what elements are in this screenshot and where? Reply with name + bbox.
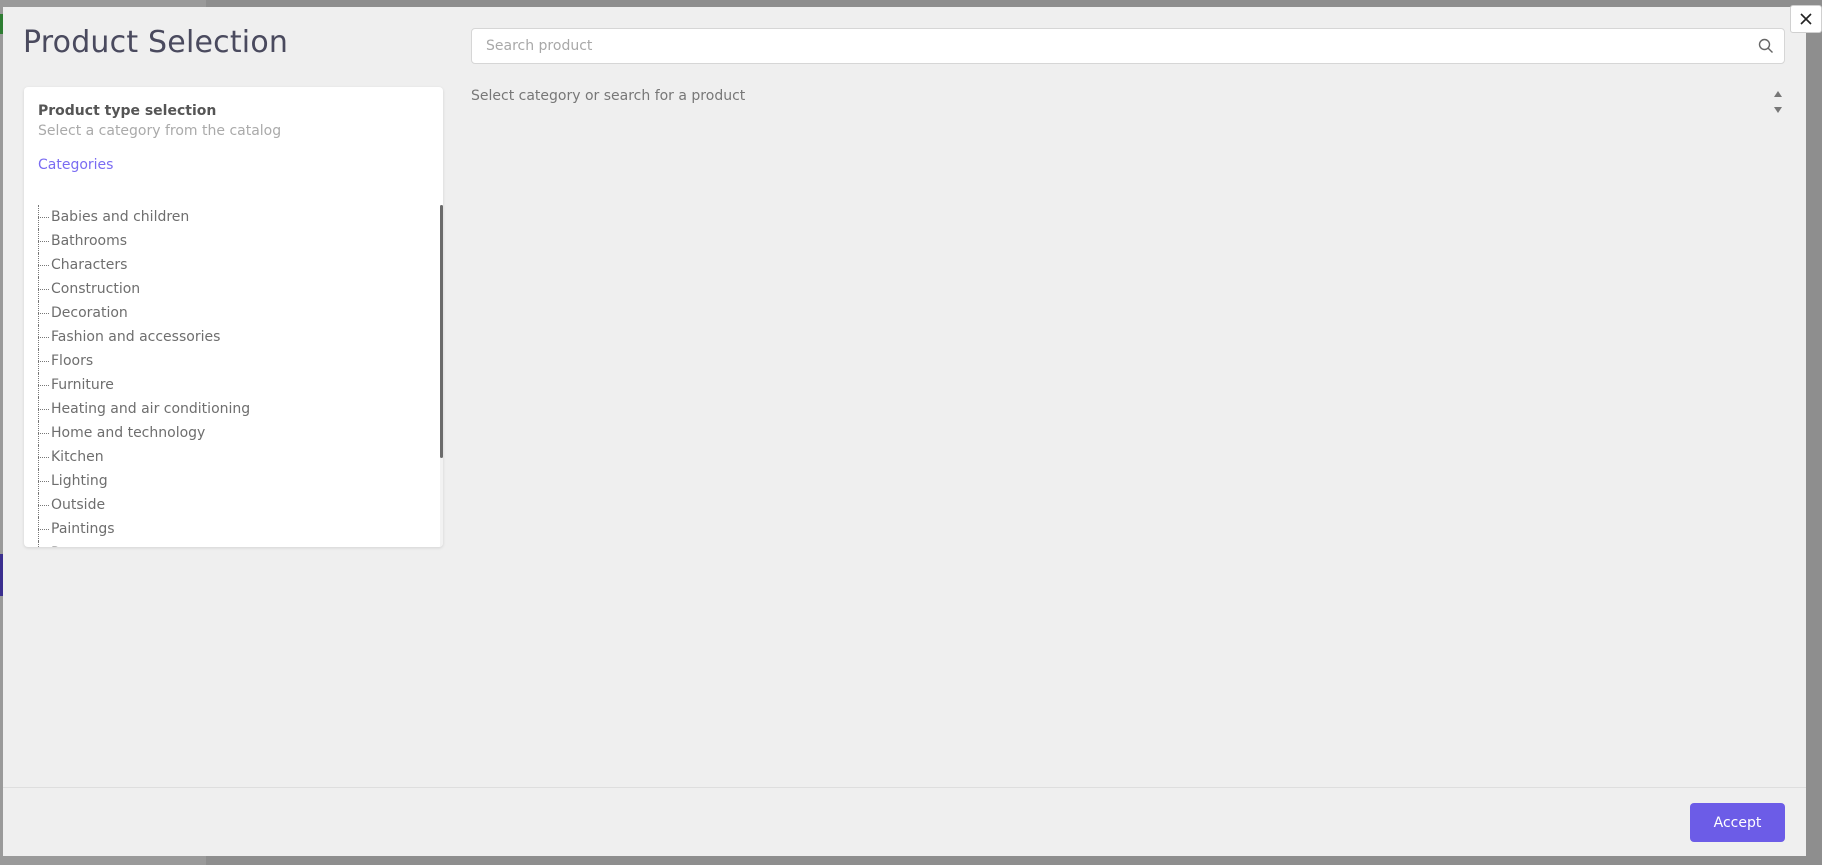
category-item[interactable]: Kitchen	[24, 445, 250, 469]
modal-title: Product Selection	[23, 25, 289, 60]
category-item[interactable]: Lighting	[24, 469, 250, 493]
category-item[interactable]: Heating and air conditioning	[24, 397, 250, 421]
results-empty-message: Select category or search for a product	[471, 88, 746, 104]
footer-divider	[3, 787, 1806, 788]
sort-down-icon	[1774, 107, 1782, 113]
category-item[interactable]: Decoration	[24, 301, 250, 325]
category-item[interactable]: Home and technology	[24, 421, 250, 445]
category-item[interactable]: Pets	[24, 541, 250, 547]
category-tree: Babies and children Bathrooms Characters Co…	[24, 205, 443, 547]
category-item[interactable]: Characters	[24, 253, 250, 277]
product-type-panel: Product type selection Select a category…	[24, 87, 443, 547]
category-item[interactable]: Floors	[24, 349, 250, 373]
category-item[interactable]: Outside	[24, 493, 250, 517]
panel-title: Product type selection	[38, 103, 217, 119]
panel-subtitle: Select a category from the catalog	[38, 123, 282, 139]
category-scrollbar[interactable]	[440, 205, 443, 547]
sort-up-icon	[1774, 91, 1782, 97]
search-box	[471, 28, 1785, 64]
category-item[interactable]: Bathrooms	[24, 229, 250, 253]
categories-link[interactable]: Categories	[38, 157, 113, 173]
category-item[interactable]: Furniture	[24, 373, 250, 397]
close-icon	[1800, 13, 1812, 25]
search-icon[interactable]	[1758, 38, 1774, 54]
accept-button[interactable]: Accept	[1690, 803, 1785, 842]
category-item[interactable]: Babies and children	[24, 205, 250, 229]
category-item[interactable]: Paintings	[24, 517, 250, 541]
sort-toggle[interactable]	[1773, 91, 1783, 113]
product-selection-modal: Product Selection Select category or sea…	[3, 5, 1822, 856]
category-list: Babies and children Bathrooms Characters Co…	[24, 205, 250, 547]
scrollbar-thumb[interactable]	[440, 205, 443, 458]
category-item[interactable]: Fashion and accessories	[24, 325, 250, 349]
category-item[interactable]: Construction	[24, 277, 250, 301]
search-input[interactable]	[472, 29, 1742, 63]
close-button[interactable]	[1790, 5, 1822, 33]
